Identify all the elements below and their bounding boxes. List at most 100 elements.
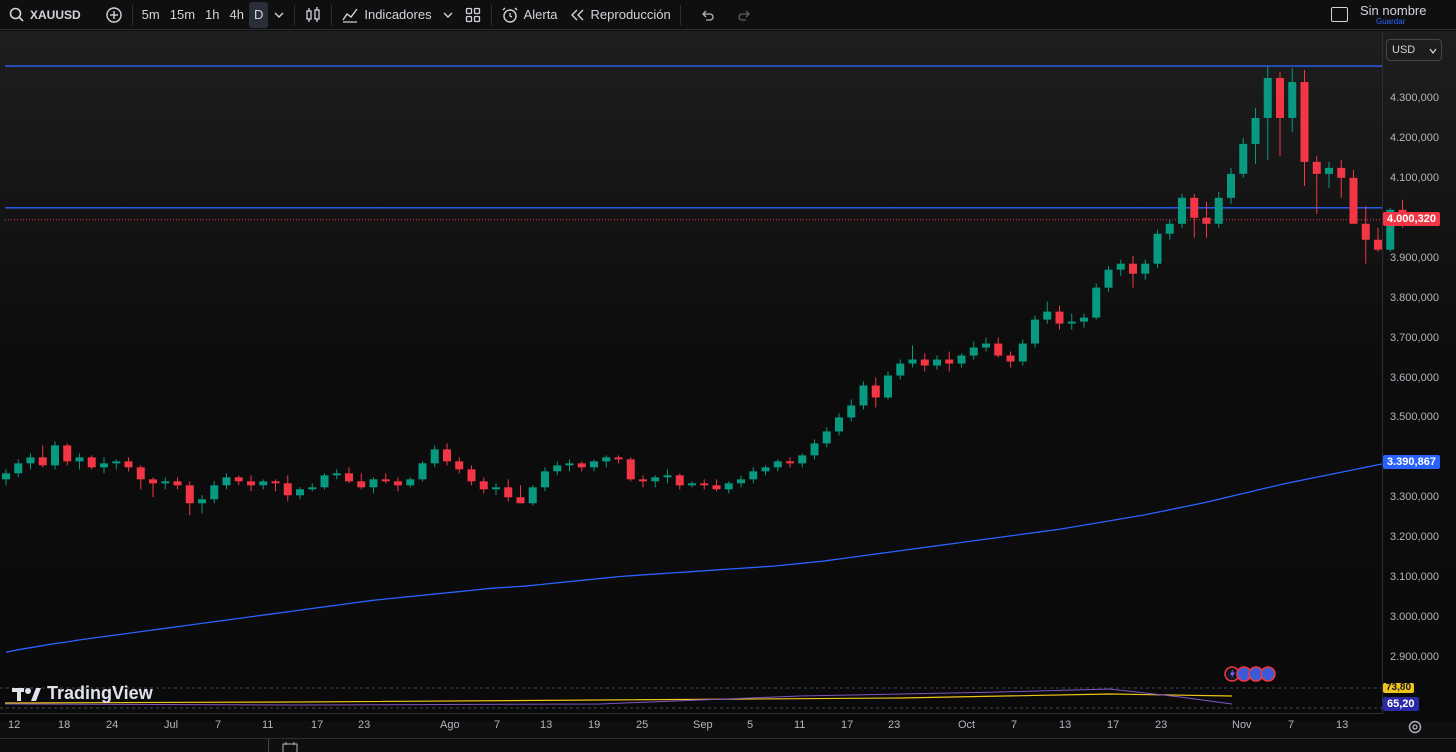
price-tick: 3.100,000 <box>1390 571 1439 583</box>
candle-body <box>1031 319 1039 344</box>
candle-body <box>381 479 390 482</box>
oscillator-signal-line <box>4 693 1233 704</box>
candle-body <box>835 417 843 432</box>
candle-body <box>1006 355 1015 362</box>
candle-body <box>871 385 880 398</box>
time-tick: 17 <box>311 719 324 731</box>
time-tick: 24 <box>106 719 119 731</box>
us-flag-icon[interactable] <box>1260 666 1276 682</box>
candle-body <box>1055 311 1064 324</box>
time-tick: 5 <box>747 719 754 731</box>
candle-body <box>234 477 243 482</box>
candle-body <box>1276 78 1284 118</box>
chevron-down-icon <box>1429 48 1437 54</box>
time-tick: Sep <box>693 719 713 731</box>
tradingview-logo[interactable]: TradingView <box>12 683 153 704</box>
bottom-panel-bar <box>0 738 1456 752</box>
oscillator-badge-2: 65,20 <box>1383 697 1419 711</box>
candle-body <box>283 483 292 496</box>
price-tick: 3.500,000 <box>1390 411 1439 423</box>
candle-body <box>1202 217 1211 224</box>
time-tick: 13 <box>540 719 553 731</box>
candle-body <box>210 485 219 500</box>
candle-body <box>1129 263 1137 274</box>
candle-body <box>1214 197 1223 224</box>
candle-body <box>51 445 59 466</box>
brand-name: TradingView <box>47 683 153 703</box>
candle-body <box>38 457 47 466</box>
time-tick: 7 <box>215 719 222 731</box>
candle-body <box>1263 78 1272 118</box>
candle-body <box>541 471 549 488</box>
candle-body <box>394 481 402 486</box>
price-tick: 2.900,000 <box>1390 651 1439 663</box>
candle-body <box>675 475 684 486</box>
price-tick: 4.200,000 <box>1390 132 1439 144</box>
candle-body <box>639 479 647 482</box>
candle-body <box>112 461 121 464</box>
events-icons[interactable] <box>1222 664 1280 684</box>
candle-body <box>565 463 574 466</box>
candle-body <box>1165 223 1174 234</box>
gear-icon[interactable] <box>1407 719 1423 735</box>
candle-body <box>504 487 513 498</box>
candle-body <box>443 449 451 462</box>
time-axis-border <box>0 713 1382 714</box>
candle-body <box>271 481 280 484</box>
price-tick: 3.200,000 <box>1390 531 1439 543</box>
candle-body <box>198 499 206 504</box>
price-tick: 4.300,000 <box>1390 92 1439 104</box>
time-tick: Ago <box>440 719 460 731</box>
candle-body <box>345 473 353 482</box>
candle-body <box>749 471 758 480</box>
candle-body <box>994 343 1003 356</box>
price-tick: 3.000,000 <box>1390 611 1439 623</box>
candle-body <box>859 385 868 406</box>
time-tick: 7 <box>1011 719 1018 731</box>
candle-body <box>369 479 378 488</box>
oscillator-badge-1: 73,80 <box>1383 683 1415 693</box>
price-tick: 3.700,000 <box>1390 332 1439 344</box>
time-tick: 23 <box>358 719 371 731</box>
time-tick: 7 <box>1288 719 1295 731</box>
candle-body <box>626 459 635 480</box>
candle-body <box>957 355 966 364</box>
time-tick: 7 <box>494 719 501 731</box>
time-tick: 11 <box>794 719 806 731</box>
time-tick: 13 <box>1059 719 1072 731</box>
candle-body <box>247 481 255 486</box>
candle-body <box>577 463 586 468</box>
candle-body <box>1116 263 1125 270</box>
divider <box>268 739 269 752</box>
time-tick: 12 <box>8 719 21 731</box>
calendar-icon[interactable] <box>282 741 298 752</box>
candle-body <box>479 481 488 490</box>
candle-body <box>614 457 623 460</box>
candle-body <box>810 443 819 456</box>
candle-body <box>528 487 537 504</box>
candle-body <box>663 475 672 478</box>
candle-body <box>1018 343 1027 362</box>
candle-body <box>602 457 611 462</box>
candle-body <box>149 479 157 484</box>
candle-body <box>798 455 807 464</box>
candle-body <box>161 481 170 484</box>
candle-body <box>492 487 500 490</box>
candle-body <box>1178 197 1186 224</box>
candle-body <box>920 359 929 366</box>
candle-body <box>1092 287 1101 318</box>
candle-body <box>259 481 268 486</box>
price-axis-border <box>1382 31 1383 714</box>
price-tick: 3.800,000 <box>1390 292 1439 304</box>
candle-body <box>1288 82 1297 118</box>
price-chart[interactable] <box>0 0 1456 752</box>
currency-selector[interactable]: USD <box>1386 39 1442 61</box>
candle-body <box>136 467 145 480</box>
candle-body <box>87 457 96 468</box>
time-tick: Oct <box>958 719 976 731</box>
candle-body <box>100 463 108 468</box>
candle-body <box>332 473 341 476</box>
price-tick: 3.300,000 <box>1390 491 1439 503</box>
candle-body <box>651 477 660 482</box>
candle-body <box>1141 263 1150 274</box>
